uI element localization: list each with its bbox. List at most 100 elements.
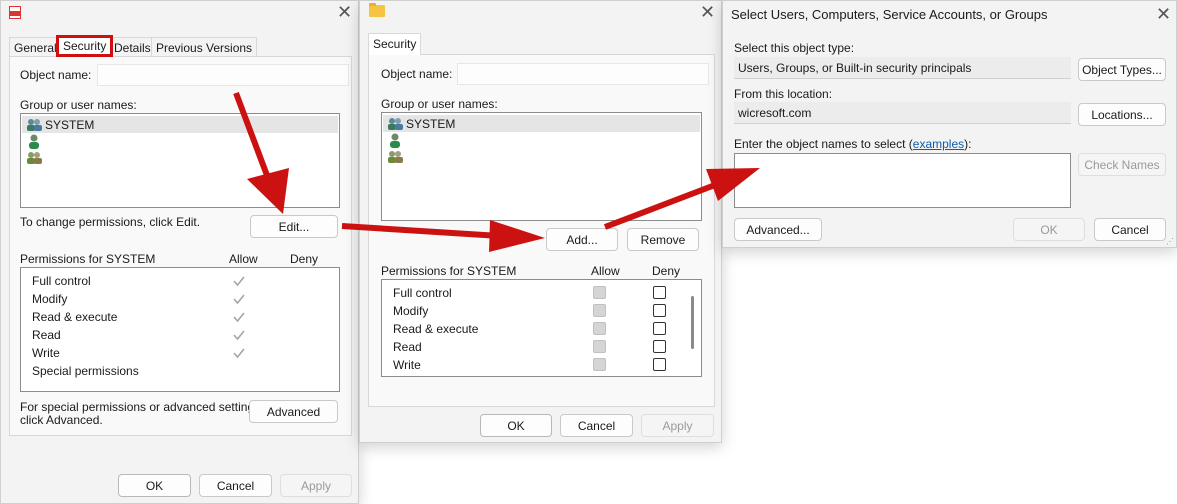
- permissions-for-label: Permissions for SYSTEM: [20, 252, 156, 266]
- tab-security[interactable]: Security: [56, 35, 114, 57]
- ok-button[interactable]: OK: [118, 474, 191, 497]
- close-icon[interactable]: ✕: [337, 3, 352, 21]
- object-type-value: Users, Groups, or Built-in security prin…: [734, 57, 1071, 79]
- list-item-label: SYSTEM: [45, 118, 95, 132]
- permissions-list[interactable]: Full control Modify Read & execute Read …: [381, 279, 702, 377]
- permissions-window: ✕ Security Object name: Group or user na…: [359, 0, 722, 443]
- list-item[interactable]: [22, 133, 338, 150]
- cancel-button[interactable]: Cancel: [560, 414, 633, 437]
- tab-general[interactable]: General: [9, 37, 62, 57]
- special-text-line-2: click Advanced.: [20, 413, 103, 427]
- object-name-field: [97, 64, 349, 86]
- object-type-label: Select this object type:: [734, 41, 855, 55]
- special-permissions-text: For special permissions or advanced sett…: [20, 401, 263, 427]
- perm-full-control: Full control: [32, 274, 91, 288]
- users-group-icon: [26, 151, 42, 165]
- user-icon: [26, 134, 42, 149]
- checkmark-icon: [233, 330, 245, 341]
- check-names-button: Check Names: [1078, 153, 1166, 176]
- user-list[interactable]: SYSTEM: [20, 113, 340, 208]
- perm-modify: Modify: [32, 292, 68, 306]
- allow-checkbox-modify: [593, 304, 606, 317]
- deny-checkbox-read[interactable]: [653, 340, 666, 353]
- dialog-title: Select Users, Computers, Service Account…: [731, 7, 1048, 22]
- object-types-button[interactable]: Object Types...: [1078, 58, 1166, 81]
- group-label: Group or user names:: [20, 98, 137, 112]
- advanced-button[interactable]: Advanced...: [734, 218, 822, 241]
- permissions-list: Full control Modify Read & execute Read …: [20, 267, 340, 392]
- object-name-label: Object name:: [381, 67, 453, 81]
- deny-checkbox-partial[interactable]: [653, 376, 666, 377]
- list-item[interactable]: SYSTEM: [383, 115, 700, 132]
- edit-button[interactable]: Edit...: [250, 215, 338, 238]
- perm-read-execute: Read & execute: [32, 310, 118, 324]
- advanced-button[interactable]: Advanced: [249, 400, 338, 423]
- change-permissions-text: To change permissions, click Edit.: [20, 215, 201, 229]
- user-icon: [387, 133, 403, 148]
- allow-checkbox-full-control: [593, 286, 606, 299]
- list-item[interactable]: [22, 150, 338, 167]
- examples-link[interactable]: examples: [913, 137, 964, 151]
- ok-button[interactable]: OK: [480, 414, 552, 437]
- users-group-icon: [387, 150, 403, 164]
- allow-checkbox-partial: [593, 376, 606, 377]
- perm-write: Write: [32, 346, 60, 360]
- folder-icon: [369, 3, 385, 17]
- list-item[interactable]: SYSTEM: [22, 116, 338, 133]
- list-item[interactable]: [383, 132, 700, 149]
- users-group-icon: [387, 117, 403, 131]
- enter-names-label: Enter the object names to select (exampl…: [734, 137, 971, 151]
- location-label: From this location:: [734, 87, 833, 101]
- perm-read: Read: [32, 328, 61, 342]
- perm-write: Write: [393, 358, 421, 372]
- checkmark-icon: [233, 276, 245, 287]
- allow-checkbox-read: [593, 340, 606, 353]
- close-icon[interactable]: ✕: [1156, 5, 1171, 23]
- perm-full-control: Full control: [393, 286, 452, 300]
- checkmark-icon: [233, 294, 245, 305]
- locations-button[interactable]: Locations...: [1078, 103, 1166, 126]
- ok-button: OK: [1013, 218, 1085, 241]
- cancel-button[interactable]: Cancel: [1094, 218, 1166, 241]
- allow-header: Allow: [591, 264, 620, 278]
- pdf-file-icon: [9, 6, 21, 19]
- user-list[interactable]: SYSTEM: [381, 112, 702, 221]
- tab-previous-versions[interactable]: Previous Versions: [151, 37, 258, 57]
- tab-details[interactable]: Details: [109, 37, 156, 57]
- object-names-input[interactable]: [734, 153, 1071, 208]
- scrollbar[interactable]: [691, 296, 694, 349]
- apply-button: Apply: [641, 414, 714, 437]
- object-name-field: [457, 63, 709, 85]
- add-button[interactable]: Add...: [546, 228, 618, 251]
- perm-read: Read: [393, 340, 422, 354]
- perm-read-execute: Read & execute: [393, 322, 479, 336]
- apply-button: Apply: [280, 474, 352, 497]
- deny-checkbox-write[interactable]: [653, 358, 666, 371]
- deny-checkbox-read-execute[interactable]: [653, 322, 666, 335]
- close-icon[interactable]: ✕: [700, 3, 715, 21]
- list-item[interactable]: [383, 149, 700, 166]
- properties-window-pdf: ✕ General Security Details Previous Vers…: [0, 0, 359, 504]
- users-group-icon: [26, 118, 42, 132]
- resize-grip-icon[interactable]: ⋰: [1166, 237, 1174, 246]
- perm-modify: Modify: [393, 304, 429, 318]
- deny-checkbox-modify[interactable]: [653, 304, 666, 317]
- enter-names-label-end: ):: [964, 137, 972, 151]
- permissions-for-label: Permissions for SYSTEM: [381, 264, 517, 278]
- allow-checkbox-read-execute: [593, 322, 606, 335]
- tab-security[interactable]: Security: [368, 33, 422, 55]
- allow-checkbox-write: [593, 358, 606, 371]
- list-item-label: SYSTEM: [406, 117, 456, 131]
- location-value: wicresoft.com: [734, 102, 1071, 124]
- remove-button[interactable]: Remove: [627, 228, 699, 251]
- perm-special: Special permissions: [32, 364, 139, 378]
- checkmark-icon: [233, 312, 245, 323]
- object-name-label: Object name:: [20, 68, 92, 82]
- cancel-button[interactable]: Cancel: [199, 474, 272, 497]
- group-label: Group or user names:: [381, 97, 498, 111]
- deny-checkbox-full-control[interactable]: [653, 286, 666, 299]
- deny-header: Deny: [290, 252, 319, 266]
- enter-names-label-text: Enter the object names to select (: [734, 137, 913, 151]
- allow-header: Allow: [229, 252, 258, 266]
- deny-header: Deny: [652, 264, 681, 278]
